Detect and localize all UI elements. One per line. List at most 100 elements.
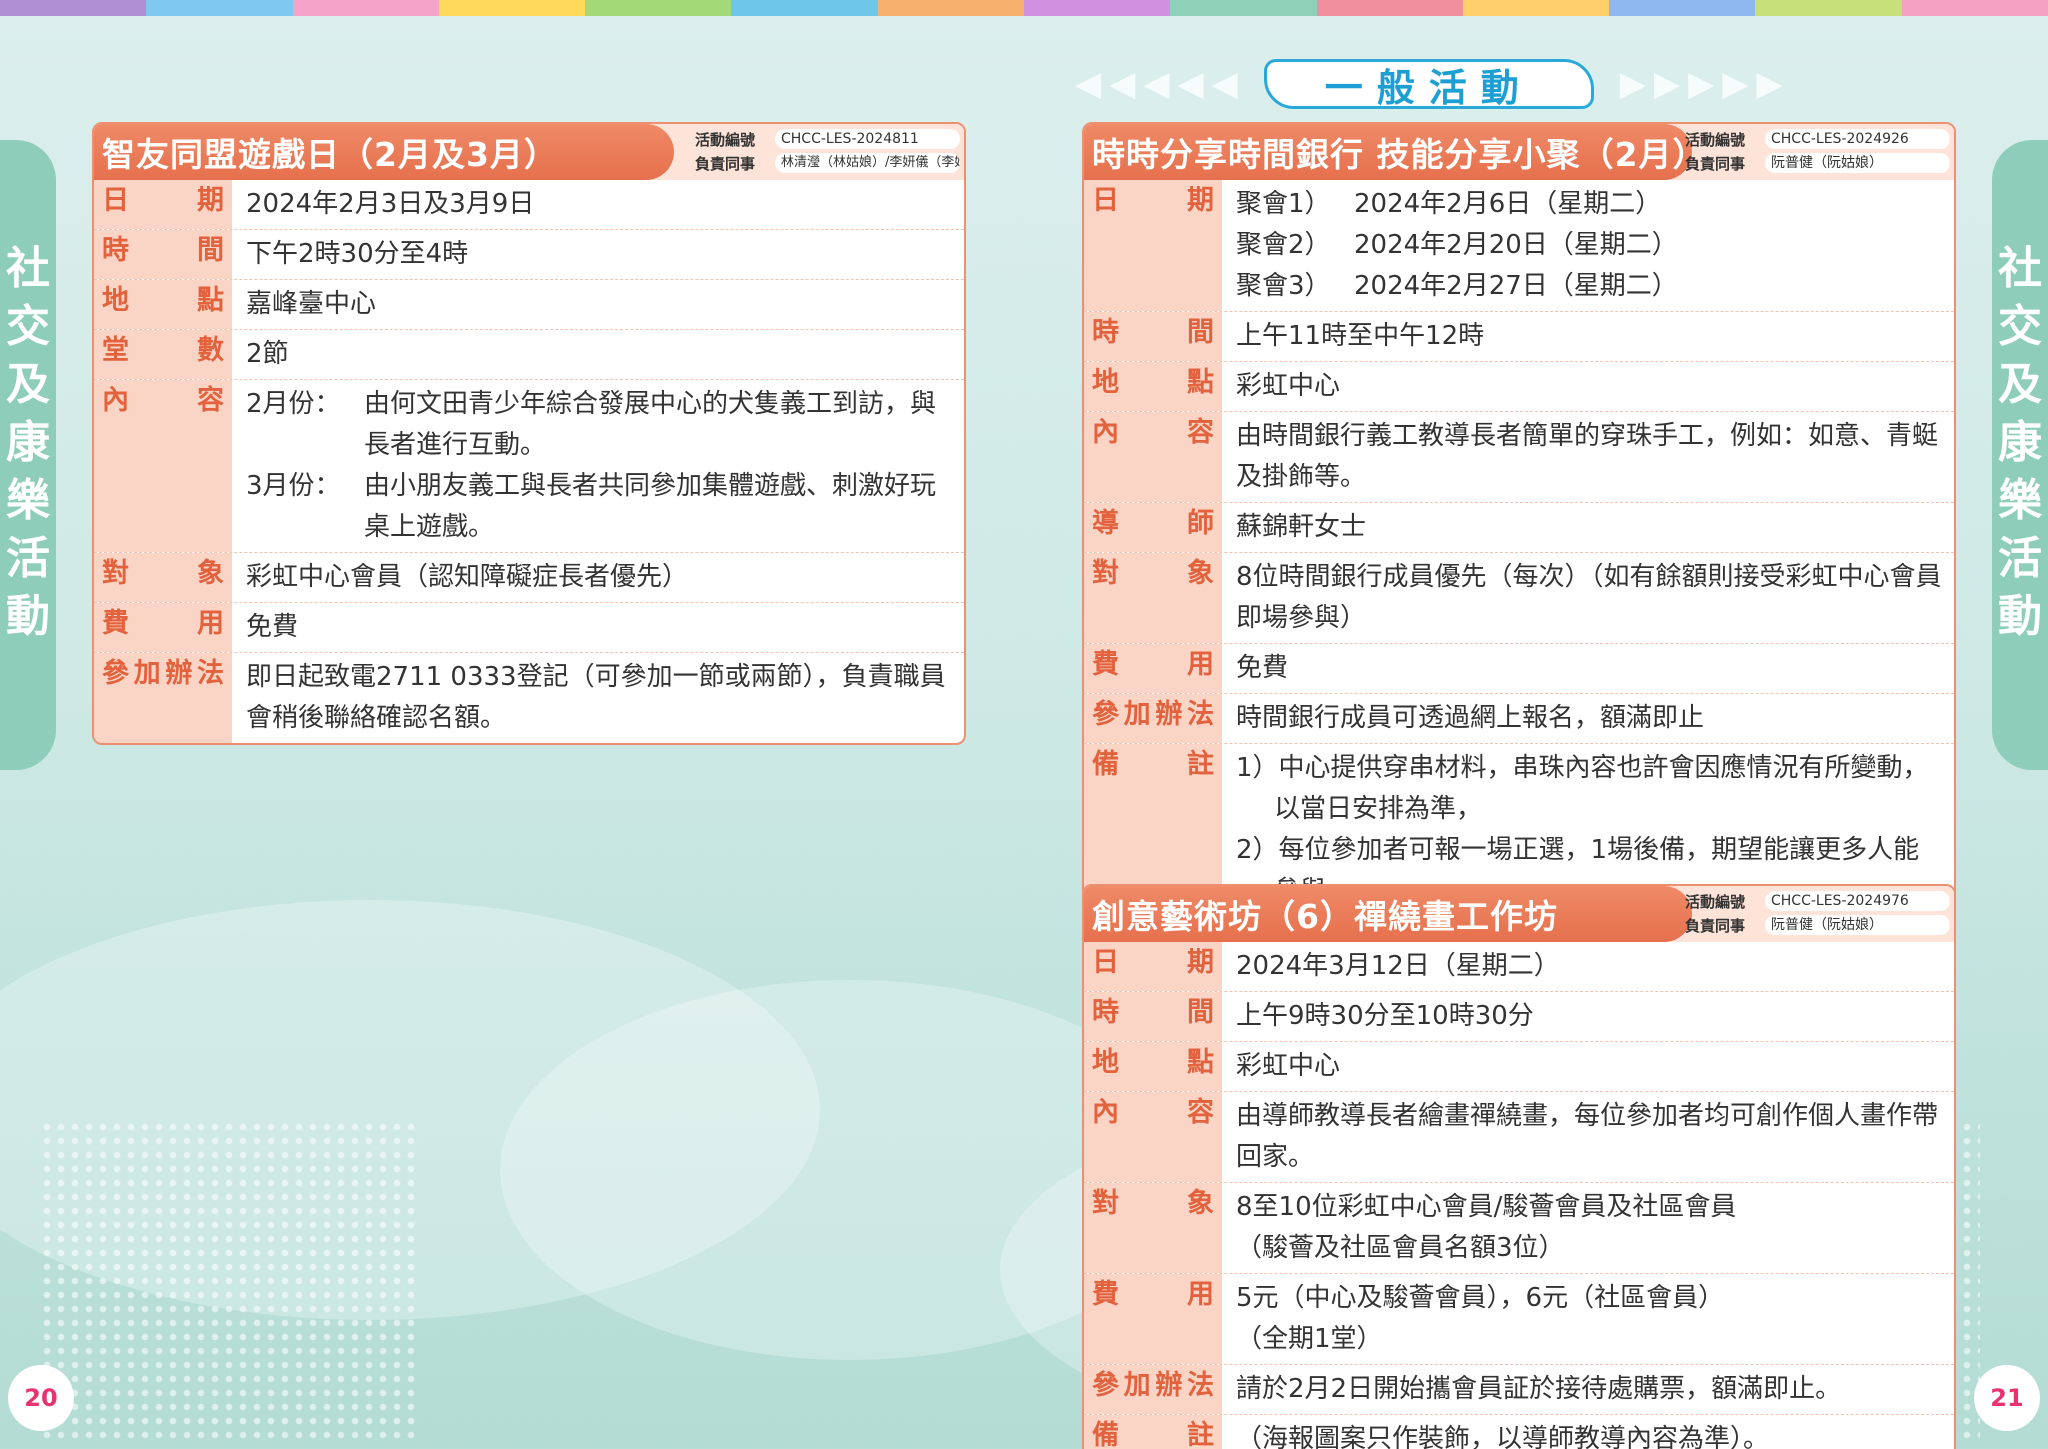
info-row: 地點 彩虹中心	[1084, 1041, 1954, 1091]
arrow-right-icon: ▶	[1756, 64, 1783, 104]
content-text: 由何文田青少年綜合發展中心的犬隻義工到訪，與長者進行互動。	[364, 389, 937, 460]
label-char: 法	[196, 658, 224, 689]
card-title: 時時分享時間銀行 技能分享小聚（2月）	[1092, 135, 1707, 174]
content-item: 3月份： 由小朋友義工與長者共同參加集體遊戲、刺激好玩桌上遊戲。	[246, 466, 954, 548]
rainbow-segment	[877, 0, 1024, 16]
label-char: 內	[102, 385, 129, 416]
label-char: 地	[1092, 367, 1119, 398]
side-tab-char: 活	[1998, 533, 2042, 584]
arrow-right-icon: ▶	[1722, 64, 1749, 104]
label-char: 堂	[102, 335, 129, 366]
rainbow-segment	[0, 0, 147, 16]
label-char: 間	[1187, 317, 1214, 348]
label-char: 間	[197, 235, 224, 266]
label-place: 地點	[94, 280, 232, 329]
label-target: 對象	[1084, 1183, 1222, 1273]
label-char: 時	[1092, 317, 1119, 348]
label-sessions: 堂數	[94, 330, 232, 379]
rainbow-segment	[1609, 0, 1756, 16]
info-row: 參加辦法 時間銀行成員可透過網上報名，額滿即止	[1084, 693, 1954, 743]
side-tab-char: 康	[1998, 417, 2042, 468]
label-char: 對	[1092, 558, 1119, 589]
staff-in-charge: 阮普健（阮姑娘）	[1765, 915, 1950, 935]
arrow-left-icon: ◀	[1143, 64, 1170, 104]
fee-line: 5元（中心及駿薈會員），6元（社區會員）	[1236, 1283, 1725, 1313]
rainbow-segment	[1755, 0, 1902, 16]
value-sessions: 2節	[246, 339, 289, 369]
gathering-date: 聚會2） 2024年2月20日（星期二）	[1236, 225, 1944, 266]
activity-code: CHCC-LES-2024976	[1765, 891, 1950, 911]
meta-code-label: 活動編號	[1685, 892, 1746, 911]
label-fee: 費用	[1084, 1274, 1222, 1364]
side-tab-char: 交	[1998, 301, 2042, 352]
value-place: 嘉峰臺中心	[246, 289, 377, 319]
remark-item: 1）中心提供穿串材料，串珠內容也許會因應情況有所變動，以當日安排為準，	[1236, 753, 1929, 824]
label-char: 期	[1187, 185, 1214, 216]
value-date: 2024年2月3日及3月9日	[246, 189, 535, 219]
side-tab-char: 交	[6, 301, 50, 352]
info-row: 費用 免費	[94, 602, 964, 652]
label-char: 師	[1187, 508, 1214, 539]
value-place: 彩虹中心	[1236, 371, 1341, 401]
label-char: 費	[102, 608, 129, 639]
card-title-pill: 創意藝術坊（6）禪繞畫工作坊	[1084, 886, 1692, 942]
label-char: 時	[1092, 997, 1119, 1028]
info-row: 地點 嘉峰臺中心	[94, 279, 964, 329]
rainbow-segment	[1170, 0, 1317, 16]
content-month: 2月份：	[246, 389, 341, 419]
info-row: 內 容 2月份： 由何文田青少年綜合發展中心的犬隻義工到訪，與長者進行互動。 3月份…	[94, 379, 964, 552]
card-header: 智友同盟遊戲日（2月及3月） 活動編號 CHCC-LES-2024811 負責同事…	[94, 124, 964, 180]
label-char: 費	[1092, 649, 1119, 680]
value-time: 上午9時30分至10時30分	[1236, 1001, 1534, 1031]
arrow-right-icon: ▶	[1653, 64, 1681, 104]
card-body: 日期 2024年3月12日（星期二） 時間 上午9時30分至10時30分 地點 …	[1084, 942, 1954, 1449]
value-dates: 聚會1） 2024年2月6日（星期二） 聚會2） 2024年2月20日（星期二） 聚…	[1222, 180, 1954, 311]
card-title: 智友同盟遊戲日（2月及3月）	[102, 135, 558, 174]
gathering-label: 聚會2）	[1236, 230, 1331, 260]
meta-staff-label: 負責同事	[1685, 916, 1746, 935]
label-char: 法	[1186, 699, 1214, 730]
activity-code: CHCC-LES-2024811	[775, 129, 960, 149]
label-time: 時間	[1084, 992, 1222, 1041]
arrow-left-icon: ◀	[1177, 64, 1204, 104]
arrow-right-icon: ▶	[1619, 64, 1646, 104]
activity-card-game-day: 智友同盟遊戲日（2月及3月） 活動編號 CHCC-LES-2024811 負責同事…	[92, 122, 966, 745]
value-date: 2024年3月12日（星期二）	[1236, 951, 1560, 981]
page-number-right: 21	[1974, 1365, 2040, 1431]
rainbow-segment	[292, 0, 439, 16]
value-target: 8至10位彩虹中心會員/駿薈會員及社區會員 （駿薈及社區會員名額3位）	[1222, 1183, 1954, 1273]
card-title-pill: 時時分享時間銀行 技能分享小聚（2月）	[1084, 124, 1705, 180]
rainbow-segment	[1462, 0, 1610, 16]
gathering-label: 聚會1）	[1236, 189, 1331, 219]
gathering-value: 2024年2月6日（星期二）	[1354, 189, 1662, 219]
label-char: 備	[1092, 1420, 1119, 1449]
label-char: 點	[1187, 367, 1214, 398]
rainbow-stripe	[0, 0, 2048, 16]
gathering-date: 聚會3） 2024年2月27日（星期二）	[1236, 266, 1944, 307]
activity-card-time-bank: 時時分享時間銀行 技能分享小聚（2月） 活動編號 CHCC-LES-2024926…	[1082, 122, 1956, 918]
label-content: 內容	[1084, 412, 1222, 502]
label-char: 容	[197, 385, 224, 416]
label-char: 對	[1092, 1188, 1119, 1219]
label-fee: 費用	[94, 603, 232, 652]
label-char: 法	[1186, 1370, 1214, 1401]
banner-arrows-left: ◀ ◀ ◀ ◀ ◀	[1075, 64, 1238, 104]
info-row: 地 點 彩虹中心	[1084, 361, 1954, 411]
label-date: 日期	[1084, 180, 1222, 311]
side-tab-char: 動	[6, 591, 50, 642]
section-banner: ◀ ◀ ◀ ◀ ◀ 一般活動 ▶ ▶ ▶ ▶ ▶	[1075, 56, 1965, 112]
card-meta: 活動編號 CHCC-LES-2024926 負責同事 阮普健（阮姑娘）	[1685, 128, 1950, 176]
label-method: 參加辦法	[1084, 1365, 1222, 1414]
arrow-left-icon: ◀	[1109, 64, 1136, 104]
value-content: 由時間銀行義工教導長者簡單的穿珠手工，例如：如意、青蜓及掛飾等。	[1236, 421, 1939, 492]
info-row: 時間 上午11時至中午12時	[1084, 311, 1954, 361]
gathering-value: 2024年2月27日（星期二）	[1354, 271, 1678, 301]
label-char: 日	[1092, 947, 1119, 978]
side-tab-char: 樂	[1998, 475, 2042, 526]
label-char: 加	[133, 658, 161, 689]
activity-code: CHCC-LES-2024926	[1765, 129, 1950, 149]
label-char: 內	[1092, 1097, 1119, 1128]
card-meta: 活動編號 CHCC-LES-2024811 負責同事林清瀅（林姑娘）/李妍儀（李姑…	[695, 128, 960, 176]
content-month: 3月份：	[246, 471, 341, 501]
label-char: 地	[1092, 1047, 1119, 1078]
